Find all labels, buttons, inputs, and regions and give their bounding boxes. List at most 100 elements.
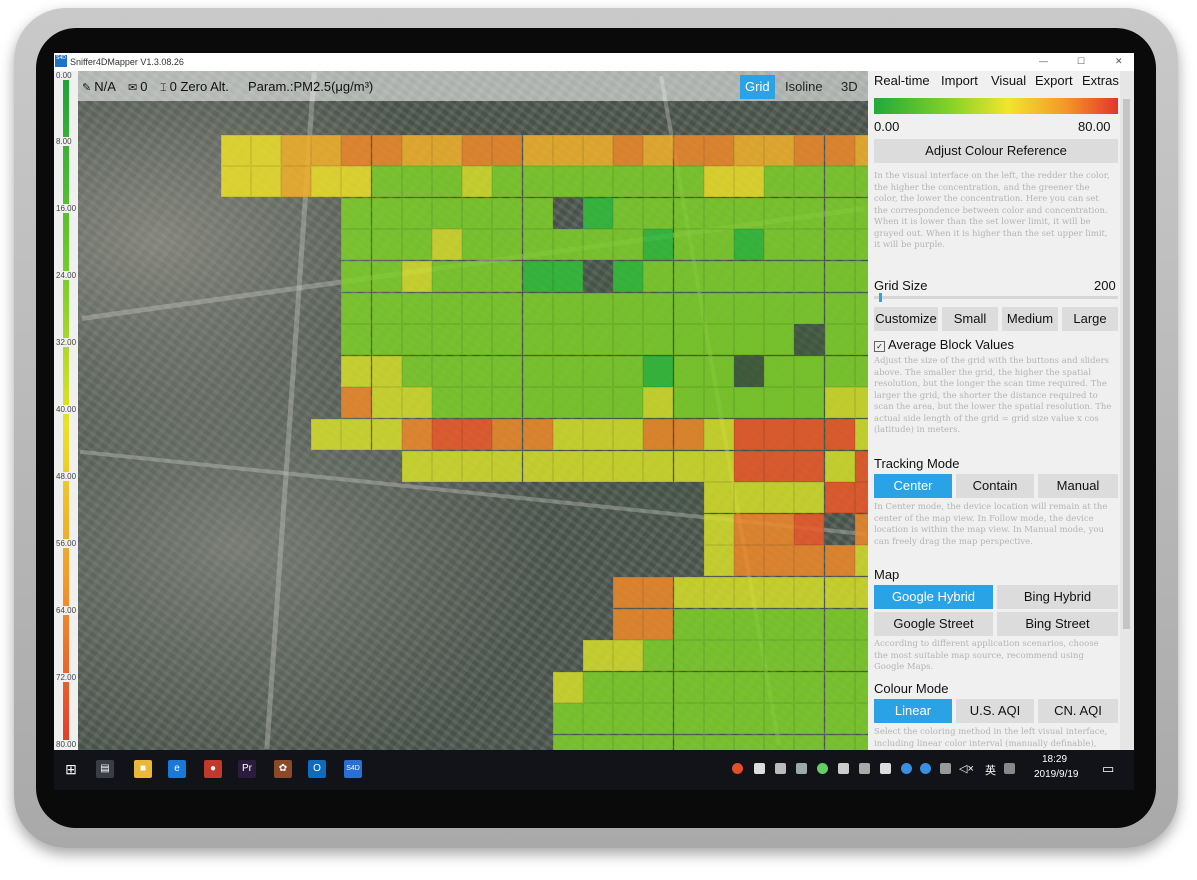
- grid-cell: [764, 229, 795, 261]
- grid-cell: [371, 355, 402, 387]
- volume-icon[interactable]: ◁×: [959, 762, 974, 775]
- recorder-icon[interactable]: ●: [204, 760, 222, 778]
- grid-cell: [341, 324, 372, 356]
- grid-size-label: Grid Size: [874, 278, 928, 293]
- network-icon[interactable]: [940, 763, 951, 774]
- menu-realtime[interactable]: Real-time: [874, 73, 930, 88]
- legend-tick: 56.00: [56, 539, 77, 548]
- tracking-center-button[interactable]: Center: [874, 474, 952, 498]
- tray-icon[interactable]: [838, 763, 849, 774]
- checkbox-check-icon[interactable]: ✓: [874, 341, 885, 352]
- map-view[interactable]: ✎ N/A ✉ 0 ⌶ 0 Zero Alt. Param.:PM2.5(μg/m³)…: [78, 71, 868, 750]
- google-street-button[interactable]: Google Street: [874, 612, 993, 636]
- bing-street-button[interactable]: Bing Street: [997, 612, 1118, 636]
- grid-cell: [824, 577, 855, 608]
- notification-icon[interactable]: ▭: [1102, 761, 1114, 777]
- adjust-colour-reference-button[interactable]: Adjust Colour Reference: [874, 139, 1118, 163]
- grid-cell: [401, 229, 432, 261]
- grid-cell: [341, 134, 372, 166]
- menu-extras[interactable]: Extras: [1082, 73, 1119, 88]
- menu-export[interactable]: Export: [1035, 73, 1073, 88]
- average-block-values-checkbox[interactable]: ✓ Average Block Values: [874, 337, 1014, 352]
- app-6-icon[interactable]: ✿: [274, 760, 292, 778]
- grid-cell: [734, 166, 764, 198]
- grid-cell: [643, 229, 674, 261]
- maximize-icon[interactable]: ☐: [1077, 56, 1085, 67]
- grid-cell: [824, 735, 855, 750]
- premiere-icon[interactable]: Pr: [238, 760, 256, 778]
- colour-mode-us-aqi-button[interactable]: U.S. AQI: [956, 699, 1034, 723]
- grid-medium-button[interactable]: Medium: [1002, 307, 1058, 331]
- input-method-indicator[interactable]: 英: [985, 762, 996, 778]
- grid-cell: [764, 355, 795, 387]
- grid-cell: [824, 419, 855, 450]
- keyboard-icon[interactable]: [1004, 763, 1015, 774]
- google-hybrid-button[interactable]: Google Hybrid: [874, 585, 993, 609]
- settings-panel-scrollbar-thumb[interactable]: [1123, 99, 1130, 629]
- grid-cell: [794, 450, 825, 482]
- grid-cell: [492, 419, 523, 450]
- grid-cell: [734, 261, 764, 292]
- wechat-tray-icon[interactable]: [817, 763, 828, 774]
- menu-visual[interactable]: Visual: [991, 73, 1026, 88]
- tab-grid[interactable]: Grid: [740, 75, 775, 99]
- grid-cell: [552, 292, 583, 324]
- tray-icon[interactable]: [754, 763, 765, 774]
- grid-cell: [734, 292, 764, 324]
- battery-icon[interactable]: [880, 763, 891, 774]
- outlook-icon[interactable]: O: [308, 760, 326, 778]
- grid-cell: [522, 450, 553, 482]
- settings-panel-scrollbar[interactable]: [1120, 71, 1134, 750]
- grid-cell: [734, 703, 764, 735]
- grid-cell: [734, 640, 764, 672]
- windows-start-icon[interactable]: ⊞: [62, 760, 80, 778]
- onedrive-icon[interactable]: [920, 763, 931, 774]
- sniffer4d-icon[interactable]: S4D: [344, 760, 362, 778]
- taskbar: ⊞ ▤ ■ e ● Pr ✿ O S4D ◁× 英 18:29 2019/9/19 ▭: [54, 750, 1134, 790]
- grid-cell: [794, 166, 825, 198]
- grid-cell: [673, 735, 704, 750]
- tracking-manual-button[interactable]: Manual: [1038, 474, 1118, 498]
- grid-size-slider[interactable]: [874, 293, 1118, 302]
- tray-icon[interactable]: [796, 763, 807, 774]
- grid-cell: [854, 671, 868, 703]
- onedrive-icon[interactable]: [901, 763, 912, 774]
- minimize-icon[interactable]: —: [1039, 56, 1048, 66]
- grid-cell: [583, 450, 613, 482]
- task-view-icon[interactable]: ▤: [96, 760, 114, 778]
- grid-cell: [583, 735, 613, 750]
- legend-tick: 32.00: [56, 338, 77, 347]
- altitude-icon: ⌶: [160, 82, 167, 94]
- grid-cell: [341, 261, 372, 292]
- record-tray-icon[interactable]: [732, 763, 743, 774]
- grid-cell: [371, 292, 402, 324]
- legend-tick: 24.00: [56, 271, 77, 280]
- legend-tick: 80.00: [56, 740, 77, 749]
- tray-icon[interactable]: [859, 763, 870, 774]
- menu-import[interactable]: Import: [941, 73, 978, 88]
- grid-large-button[interactable]: Large: [1062, 307, 1118, 331]
- grid-cell: [673, 229, 704, 261]
- colour-mode-linear-button[interactable]: Linear: [874, 699, 952, 723]
- edge-icon[interactable]: e: [168, 760, 186, 778]
- colour-mode-cn-aqi-button[interactable]: CN. AQI: [1038, 699, 1118, 723]
- tab-3d[interactable]: 3D: [836, 75, 863, 99]
- grid-size-slider-handle[interactable]: [879, 293, 882, 302]
- clock-date[interactable]: 2019/9/19: [1034, 769, 1079, 780]
- tracking-contain-button[interactable]: Contain: [956, 474, 1034, 498]
- tray-icon[interactable]: [775, 763, 786, 774]
- grid-cell: [703, 134, 734, 166]
- file-explorer-icon[interactable]: ■: [134, 760, 152, 778]
- close-icon[interactable]: ✕: [1115, 56, 1123, 67]
- grid-cell: [703, 513, 734, 545]
- grid-customize-button[interactable]: Customize: [874, 307, 938, 331]
- legend-tick: 16.00: [56, 204, 77, 213]
- bing-hybrid-button[interactable]: Bing Hybrid: [997, 585, 1118, 609]
- grid-cell: [522, 355, 553, 387]
- tab-isoline[interactable]: Isoline: [780, 75, 828, 99]
- grid-cell: [341, 197, 372, 229]
- grid-cell: [673, 577, 704, 608]
- grid-small-button[interactable]: Small: [942, 307, 998, 331]
- clock-time[interactable]: 18:29: [1042, 754, 1067, 765]
- grid-cell: [854, 166, 868, 198]
